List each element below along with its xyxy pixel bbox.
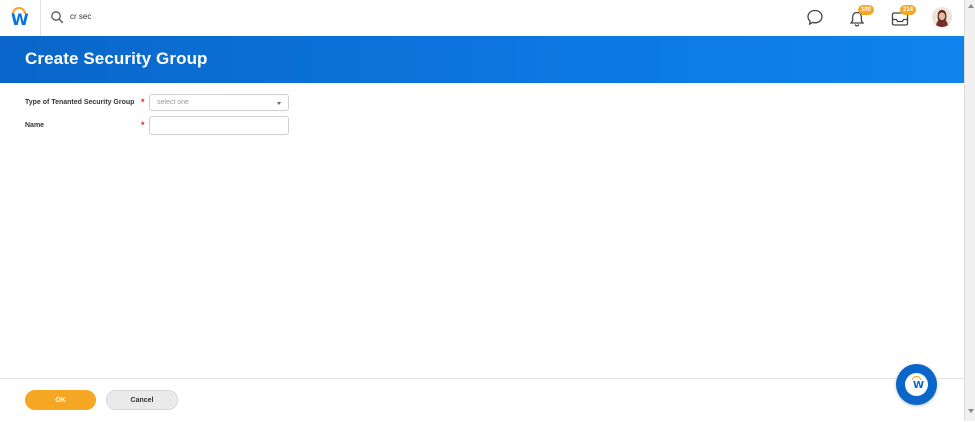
notifications-button[interactable]: 100 bbox=[848, 5, 874, 28]
header-divider bbox=[40, 0, 41, 36]
type-of-tenanted-security-group-select[interactable]: select one bbox=[149, 94, 289, 111]
assistant-button[interactable]: W bbox=[896, 364, 937, 405]
avatar-image bbox=[932, 7, 952, 27]
assistant-icon: W bbox=[905, 373, 928, 396]
avatar[interactable] bbox=[932, 7, 952, 27]
form-footer: OK Cancel bbox=[0, 378, 964, 422]
name-input[interactable] bbox=[149, 116, 289, 135]
page-header-banner: Create Security Group bbox=[0, 36, 964, 83]
scroll-up-arrow-icon[interactable] bbox=[968, 4, 974, 8]
chevron-down-icon bbox=[277, 102, 281, 105]
name-label: Name bbox=[25, 122, 45, 129]
chat-icon[interactable] bbox=[806, 8, 824, 26]
ok-button[interactable]: OK bbox=[25, 390, 96, 410]
required-indicator: * bbox=[141, 97, 145, 107]
page-title: Create Security Group bbox=[25, 49, 208, 68]
select-placeholder: select one bbox=[157, 99, 189, 106]
workday-logo-icon[interactable]: W bbox=[8, 6, 32, 30]
notifications-count-badge: 100 bbox=[858, 5, 874, 15]
page-scrollbar[interactable] bbox=[964, 0, 975, 421]
type-of-tenanted-security-group-label: Type of Tenanted Security Group bbox=[25, 99, 135, 106]
scroll-down-arrow-icon[interactable] bbox=[968, 409, 974, 413]
search-input[interactable]: cr sec bbox=[70, 12, 91, 21]
inbox-button[interactable]: 214 bbox=[890, 5, 918, 28]
assistant-letter: W bbox=[913, 380, 925, 391]
top-navigation-bar: W cr sec 100 214 bbox=[0, 0, 964, 37]
logo-letter: W bbox=[11, 10, 29, 29]
inbox-count-badge: 214 bbox=[900, 5, 916, 15]
search-icon[interactable] bbox=[50, 10, 64, 24]
required-indicator: * bbox=[141, 120, 145, 130]
cancel-button[interactable]: Cancel bbox=[106, 390, 178, 410]
